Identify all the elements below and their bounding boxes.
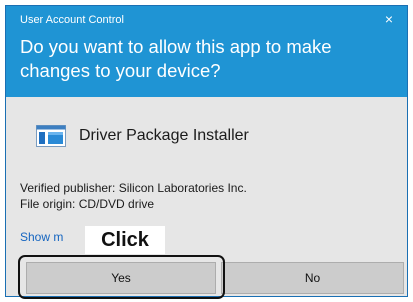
- app-details: Verified publisher: Silicon Laboratories…: [20, 180, 247, 212]
- dialog-header: User Account Control × Do you want to al…: [6, 6, 407, 97]
- close-icon[interactable]: ×: [381, 11, 397, 27]
- dialog-title: User Account Control: [20, 14, 124, 26]
- installer-icon: [36, 125, 66, 147]
- origin-text: File origin: CD/DVD drive: [20, 197, 155, 211]
- prompt-question: Do you want to allow this app to make ch…: [20, 36, 332, 81]
- show-more-link[interactable]: Show m: [20, 230, 63, 244]
- no-button[interactable]: No: [221, 262, 404, 294]
- click-callout: Click: [85, 226, 165, 254]
- click-highlight-frame: [18, 255, 225, 299]
- app-name: Driver Package Installer: [79, 127, 249, 144]
- app-row: Driver Package Installer: [36, 125, 249, 147]
- uac-dialog: User Account Control × Do you want to al…: [5, 5, 408, 299]
- publisher-text: Verified publisher: Silicon Laboratories…: [20, 181, 247, 195]
